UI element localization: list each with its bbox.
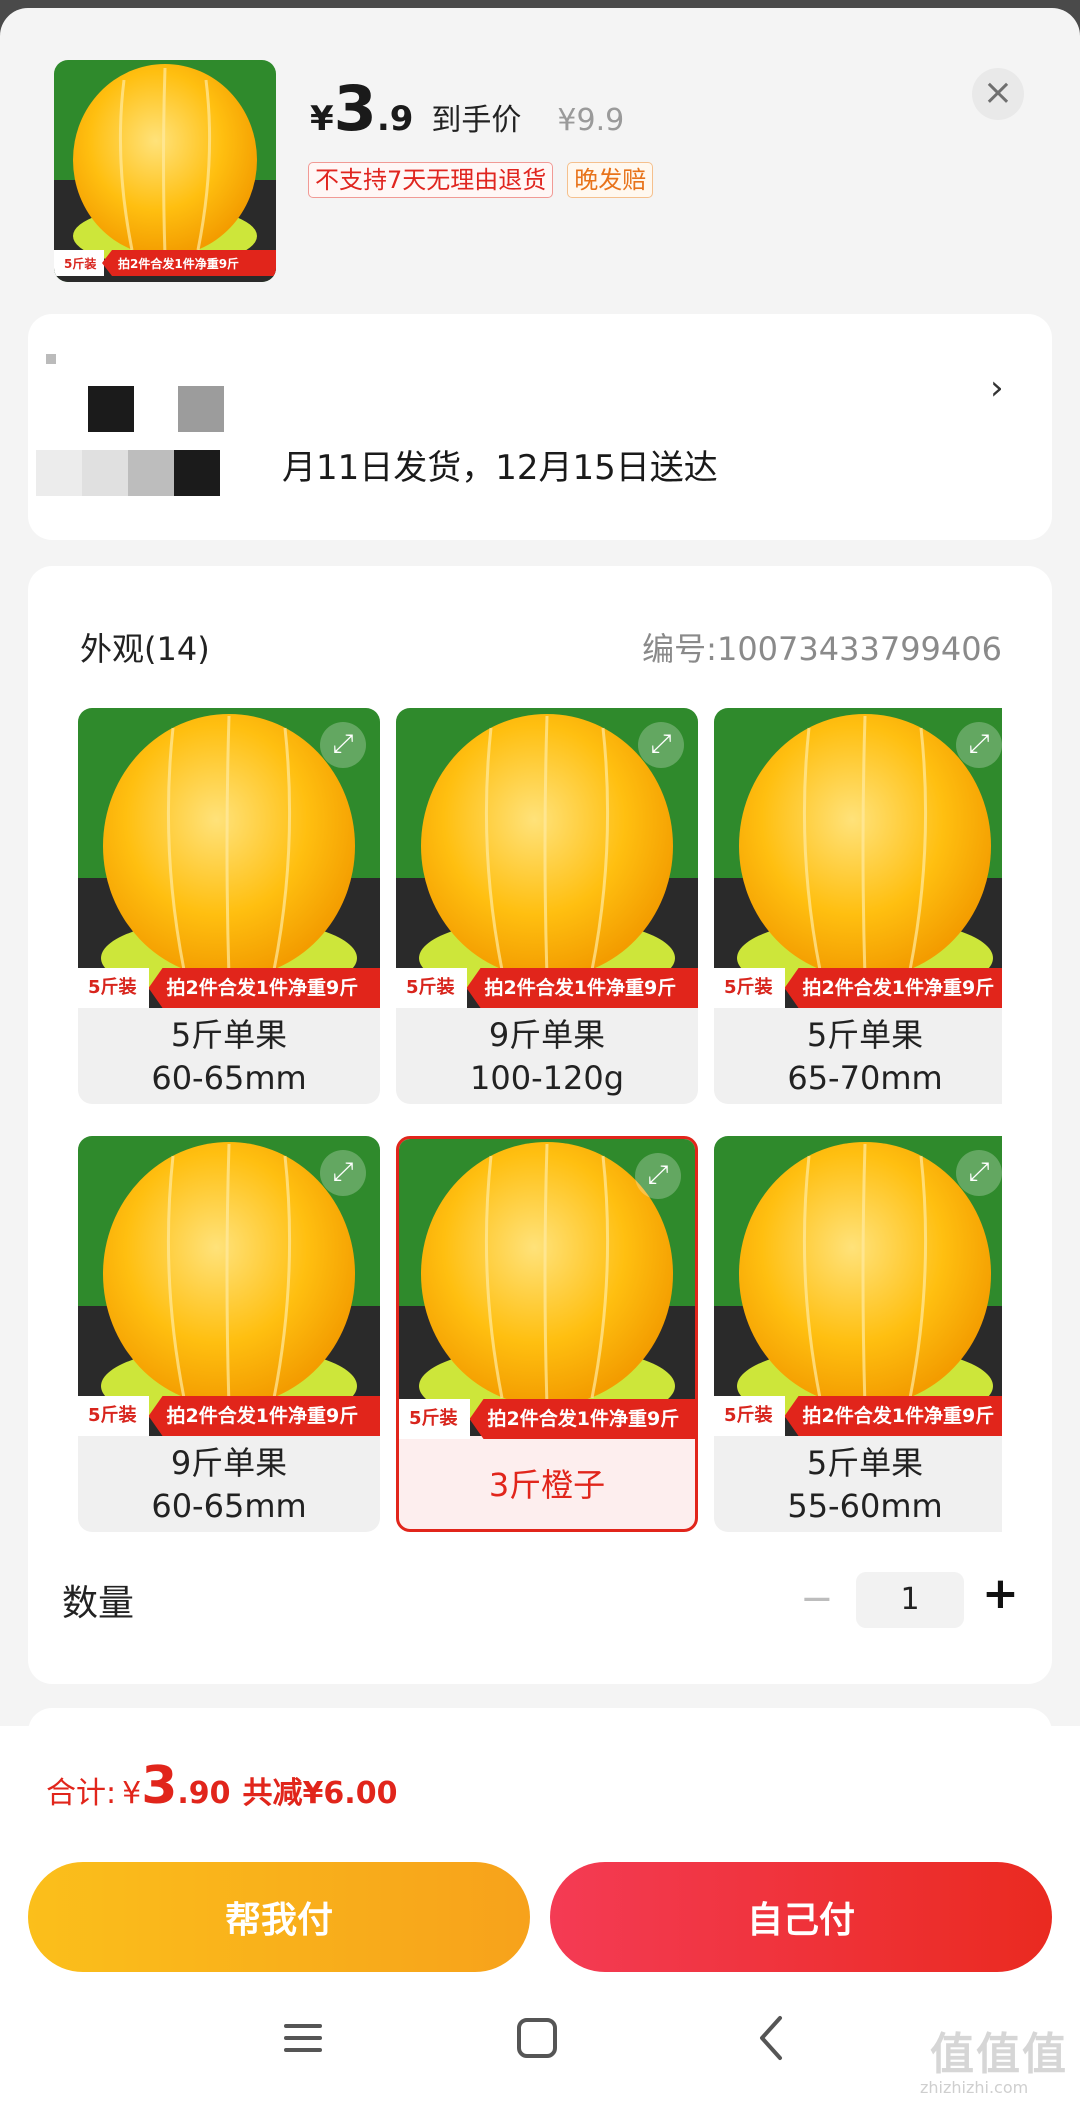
option-label-line2: 100-120g [469,1059,624,1097]
option-tile[interactable]: ⤢ 5斤装 拍2件合发1件净重9斤 5斤单果 55-60mm [714,1136,1002,1532]
option-label-line1: 5斤单果 [806,1016,924,1054]
ribbon-offer: 拍2件合发1件净重9斤 [148,968,380,1008]
option-label-line1: 9斤单果 [488,1016,606,1054]
original-price: ¥9.9 [557,103,625,138]
watermark: 值值值 [930,2029,1068,2080]
redacted-address [28,342,238,512]
option-label-line2: 60-65mm [151,1059,307,1097]
quantity-label: 数量 [62,1583,135,1624]
option-label-line1: 5斤单果 [806,1444,924,1482]
total-savings: 共减¥6.00 [242,1776,398,1811]
total-currency: ¥ [122,1776,142,1811]
option-tile[interactable]: ⤢ 5斤装 拍2件合发1件净重9斤 5斤单果 60-65mm [78,708,380,1104]
close-button[interactable]: × [972,68,1024,120]
price-decimal: .9 [376,99,414,139]
quantity-decrease-button[interactable]: − [800,1576,834,1622]
quantity-increase-button[interactable]: + [982,1568,1019,1619]
product-tags: 不支持7天无理由退货 晚发赔 [308,162,654,198]
option-grid: ⤢ 5斤装 拍2件合发1件净重9斤 5斤单果 60-65mm ⤢ 5斤装 拍2件合发1件净重9… [78,708,1002,1538]
ribbon-offer: 拍2件合发1件净重9斤 [469,1399,695,1439]
chevron-right-icon: › [990,368,1004,408]
option-label-line2: 60-65mm [151,1487,307,1525]
product-code: 编号:10073433799406 [642,630,1002,668]
home-icon[interactable] [514,2010,560,2066]
price-line: ¥ 3 .9 到手价 ¥9.9 [310,78,624,148]
ribbon-offer: 拍2件合发1件净重9斤 [466,968,698,1008]
expand-icon[interactable]: ⤢ [956,1150,1002,1196]
quantity-input[interactable]: 1 [856,1572,964,1628]
watermark-url: zhizhizhi.com [920,2078,1029,2097]
address-card[interactable]: › [28,314,1052,540]
ribbon-weight: 5斤装 [714,1396,785,1436]
promo-ribbon: 5斤装 拍2件合发1件净重9斤 [396,968,698,1008]
recent-apps-icon[interactable] [280,2010,326,2066]
option-label-line2: 55-60mm [787,1487,943,1525]
options-title: 外观(14) [80,630,210,668]
system-navigation-bar [0,1998,1080,2094]
total-label: 合计: [46,1776,117,1811]
total-decimal: .90 [177,1776,231,1811]
order-total: 合计: ¥ 3 .90 共减¥6.00 [46,1760,397,1812]
price-integer: 3 [333,72,377,145]
ribbon-weight: 5斤装 [399,1399,470,1439]
ribbon-offer: 拍2件合发1件净重9斤 [784,968,1002,1008]
option-label: 3斤橙子 [399,1438,695,1529]
promo-ribbon: 5斤装 拍2件合发1件净重9斤 [78,1396,380,1436]
late-ship-compensation-tag: 晚发赔 [567,162,654,198]
option-tile[interactable]: ⤢ 5斤装 拍2件合发1件净重9斤 9斤单果 60-65mm [78,1136,380,1532]
ribbon-weight: 5斤装 [396,968,467,1008]
delivery-estimate: 月11日发货，12月15日送达 [282,448,718,488]
promo-ribbon: 5斤装 拍2件合发1件净重9斤 [714,968,1002,1008]
ribbon-weight: 5斤装 [714,968,785,1008]
ribbon-weight: 5斤装 [78,1396,149,1436]
option-label: 9斤单果 100-120g [396,1010,698,1104]
option-label: 5斤单果 65-70mm [714,1010,1002,1104]
help-pay-button[interactable]: 帮我付 [28,1862,530,1972]
promo-ribbon: 5斤装 拍2件合发1件净重9斤 [78,968,380,1008]
option-tile[interactable]: ⤢ 5斤装 拍2件合发1件净重9斤 3斤橙子 [396,1136,698,1532]
promo-ribbon: 5斤装 拍2件合发1件净重9斤 [399,1399,695,1439]
back-icon[interactable] [750,2010,796,2066]
product-sheet: 5斤装 拍2件合发1件净重9斤 ¥ 3 .9 到手价 ¥9.9 不支持7天无理由… [0,8,1080,2104]
promo-ribbon: 5斤装 拍2件合发1件净重9斤 [714,1396,1002,1436]
price-label: 到手价 [431,103,522,138]
expand-icon[interactable]: ⤢ [638,722,684,768]
total-integer: 3 [141,1756,178,1816]
option-label-line1: 9斤单果 [170,1444,288,1482]
self-pay-button[interactable]: 自己付 [550,1862,1052,1972]
option-label: 9斤单果 60-65mm [78,1438,380,1532]
option-label-line1: 3斤橙子 [488,1465,606,1504]
expand-icon[interactable]: ⤢ [956,722,1002,768]
option-label: 5斤单果 60-65mm [78,1010,380,1104]
option-tile[interactable]: ⤢ 5斤装 拍2件合发1件净重9斤 5斤单果 65-70mm [714,708,1002,1104]
expand-icon[interactable]: ⤢ [320,1150,366,1196]
option-label: 5斤单果 55-60mm [714,1438,1002,1532]
option-tile[interactable]: ⤢ 5斤装 拍2件合发1件净重9斤 9斤单果 100-120g [396,708,698,1104]
close-icon: × [982,72,1014,113]
price-currency: ¥ [310,99,334,139]
thumb-badge-left: 5斤装 [64,256,96,271]
option-label-line1: 5斤单果 [170,1016,288,1054]
no-return-tag: 不支持7天无理由退货 [308,162,554,198]
ribbon-weight: 5斤装 [78,968,149,1008]
option-label-line2: 65-70mm [787,1059,943,1097]
expand-icon[interactable]: ⤢ [635,1153,681,1199]
ribbon-offer: 拍2件合发1件净重9斤 [148,1396,380,1436]
expand-icon[interactable]: ⤢ [320,722,366,768]
thumb-badge-right: 拍2件合发1件净重9斤 [118,256,239,271]
ribbon-offer: 拍2件合发1件净重9斤 [784,1396,1002,1436]
product-thumbnail: 5斤装 拍2件合发1件净重9斤 [54,60,276,282]
